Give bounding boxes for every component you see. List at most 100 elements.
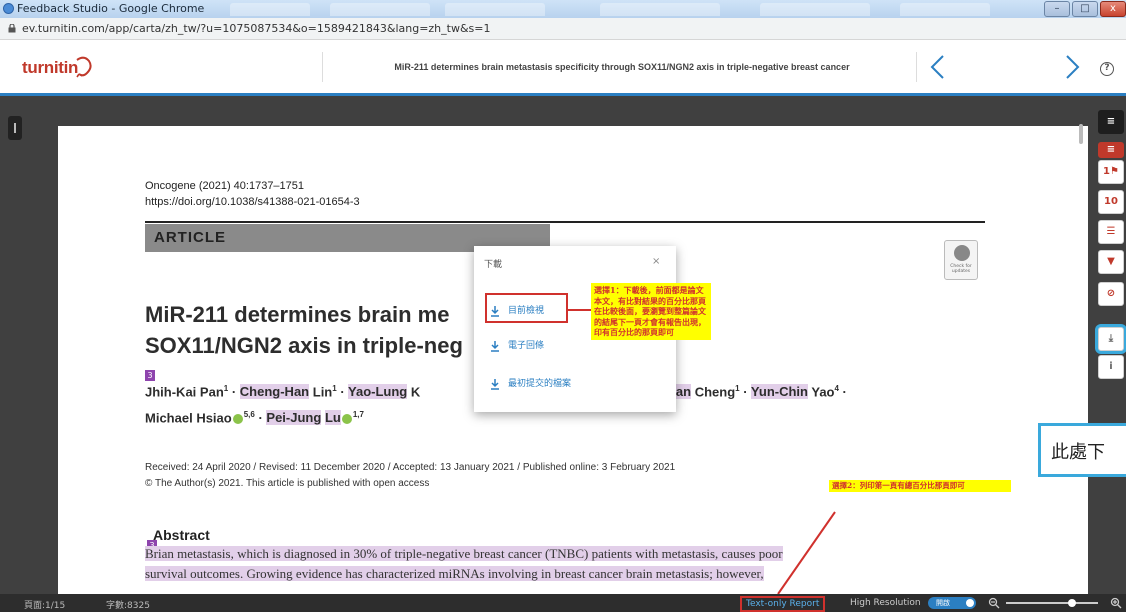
article-title-line-1: MiR-211 determines brain me — [145, 302, 450, 327]
affiliation-sup: 5,6 — [243, 410, 255, 419]
article-title-line-2: SOX11/NGN2 axis in triple-neg — [145, 333, 463, 358]
author-separator: · — [838, 384, 847, 400]
submission-info-button[interactable]: i — [1098, 355, 1124, 379]
filter-icon: ▼ — [1107, 256, 1115, 267]
highlight-box — [485, 293, 568, 323]
header-divider — [322, 52, 323, 82]
author-name[interactable]: Yao-Lung — [348, 384, 408, 400]
maximize-button[interactable]: □ — [1072, 1, 1098, 17]
turnitin-logo-icon — [76, 56, 92, 78]
sources-count: 10 — [1104, 196, 1118, 207]
crossmark-icon — [954, 245, 970, 261]
layers-icon: ≡ — [1106, 144, 1116, 155]
layers-button[interactable]: ≡ — [1098, 110, 1124, 134]
journal-citation: Oncogene (2021) 40:1737–1751 — [145, 180, 305, 192]
address-bar[interactable]: ev.turnitin.com/app/carta/zh_tw/?u=10750… — [0, 18, 1126, 40]
header-divider — [916, 52, 917, 82]
url-text[interactable]: ev.turnitin.com/app/carta/zh_tw/?u=10750… — [22, 22, 491, 35]
author-name[interactable]: Lu — [324, 410, 341, 426]
page-indicator: 頁面:1/15 — [24, 601, 66, 611]
browser-tab[interactable] — [600, 3, 720, 16]
author-name: Lin — [312, 384, 333, 400]
orcid-icon[interactable] — [341, 413, 352, 424]
affiliation-sup: 1,7 — [352, 410, 364, 419]
browser-tab[interactable] — [900, 3, 990, 16]
zoom-slider[interactable] — [1006, 602, 1098, 604]
sort-icon: ☰ — [1106, 226, 1116, 237]
paper-title: MiR-211 determines brain metastasis spec… — [394, 62, 850, 72]
annotation-connector — [777, 511, 836, 595]
high-resolution-toggle[interactable]: 開啟 — [928, 597, 976, 609]
browser-tab[interactable] — [330, 3, 430, 16]
match-badge[interactable]: 3 — [145, 370, 155, 381]
similarity-layer-button[interactable]: ≡ — [1098, 142, 1124, 158]
author-line-2: Michael Hsiao 5,6 · Pei-Jung Lu 1,7 — [145, 410, 364, 426]
word-count: 字數:8325 — [106, 601, 150, 611]
author-name: Pan — [199, 384, 224, 400]
status-bar: 頁面:1/15 字數:8325 Text-only Report High Re… — [0, 594, 1126, 612]
previous-paper-icon[interactable] — [928, 54, 948, 80]
zoom-out-icon[interactable] — [988, 597, 1000, 609]
author-separator: · — [228, 384, 240, 400]
doi-link: https://doi.org/10.1038/s41388-021-01654… — [145, 196, 360, 208]
turnitin-logo[interactable]: turnitin — [22, 58, 78, 78]
screen: Feedback Studio - Google Chrome – □ x ev… — [0, 0, 1126, 612]
sort-button[interactable]: ☰ — [1098, 220, 1124, 244]
annotation-note-2: 選擇2：列印第一頁有總百分比那頁即可 — [829, 480, 1011, 492]
close-window-button[interactable]: x — [1100, 1, 1126, 17]
author-separator: · — [336, 384, 349, 400]
crossmark-label: Check for updates — [950, 264, 972, 274]
zoom-slider-handle[interactable] — [1068, 599, 1076, 607]
browser-tab[interactable] — [445, 3, 545, 16]
exclude-button[interactable]: ⊘ — [1098, 282, 1124, 306]
turnitin-header: turnitin MiR-211 determines brain metast… — [0, 40, 1126, 96]
next-paper-icon[interactable] — [1062, 54, 1082, 80]
match-overview-button[interactable]: 1⚑ — [1098, 160, 1124, 184]
left-panel-toggle[interactable] — [8, 116, 22, 140]
feedback-studio-icon — [3, 3, 14, 14]
layers-icon: ≡ — [1106, 116, 1116, 127]
info-icon: i — [1109, 361, 1113, 372]
download-original-file[interactable]: 最初提交的檔案 — [490, 376, 571, 390]
high-resolution-label: High Resolution — [850, 598, 921, 608]
divider — [145, 221, 985, 223]
block-icon: ⊘ — [1106, 288, 1116, 299]
text-only-report-link[interactable]: Text-only Report — [740, 596, 826, 612]
orcid-icon[interactable] — [232, 413, 243, 424]
crossmark-badge: Check for updates — [944, 240, 978, 280]
annotation-arrows — [568, 309, 836, 595]
author-separator: · — [254, 410, 267, 426]
help-icon[interactable]: ? — [1100, 62, 1114, 76]
filter-button[interactable]: ▼ — [1098, 250, 1124, 274]
article-label: ARTICLE — [154, 229, 226, 246]
all-sources-button[interactable]: 10 — [1098, 190, 1124, 214]
annotation-note-3: 此處下 — [1038, 423, 1126, 477]
author-name: K — [410, 384, 421, 400]
dialog-title: 下載 — [484, 260, 503, 270]
author-name[interactable]: Cheng-Han — [239, 384, 310, 400]
annotation-note-1: 選擇1：下載後，前面都是論文本文，有比對結果的百分比那頁在比較後面，要瀏覽到整篇… — [591, 283, 711, 340]
match-count: 1 — [1103, 166, 1110, 177]
download-icon — [491, 340, 499, 352]
browser-title-bar: Feedback Studio - Google Chrome – □ x — [0, 0, 1126, 18]
browser-tab[interactable] — [230, 3, 310, 16]
zoom-in-icon[interactable] — [1110, 597, 1122, 609]
download-button[interactable]: ⤓ — [1098, 327, 1124, 351]
copyright-notice: © The Author(s) 2021. This article is pu… — [145, 478, 430, 489]
window-title: Feedback Studio - Google Chrome — [17, 2, 205, 15]
close-icon[interactable]: × — [652, 256, 660, 267]
author-line-1: Jhih-Kai Pan1 · Cheng-Han Lin1 · Yao-Lun… — [145, 384, 421, 400]
author-name: Michael — [145, 410, 193, 426]
scrollbar-thumb[interactable] — [1079, 124, 1083, 144]
download-option-label: 電子回條 — [508, 341, 545, 351]
author-name: Jhih-Kai — [145, 384, 197, 400]
download-icon — [491, 378, 499, 390]
download-digital-receipt[interactable]: 電子回條 — [490, 338, 544, 352]
author-name: Hsiao — [196, 410, 232, 426]
browser-tab[interactable] — [760, 3, 870, 16]
minimize-button[interactable]: – — [1044, 1, 1070, 17]
lock-icon — [8, 24, 16, 33]
author-name[interactable]: Pei-Jung — [266, 410, 322, 426]
abstract-heading: Abstract — [153, 527, 210, 543]
download-icon: ⤓ — [1108, 333, 1114, 344]
